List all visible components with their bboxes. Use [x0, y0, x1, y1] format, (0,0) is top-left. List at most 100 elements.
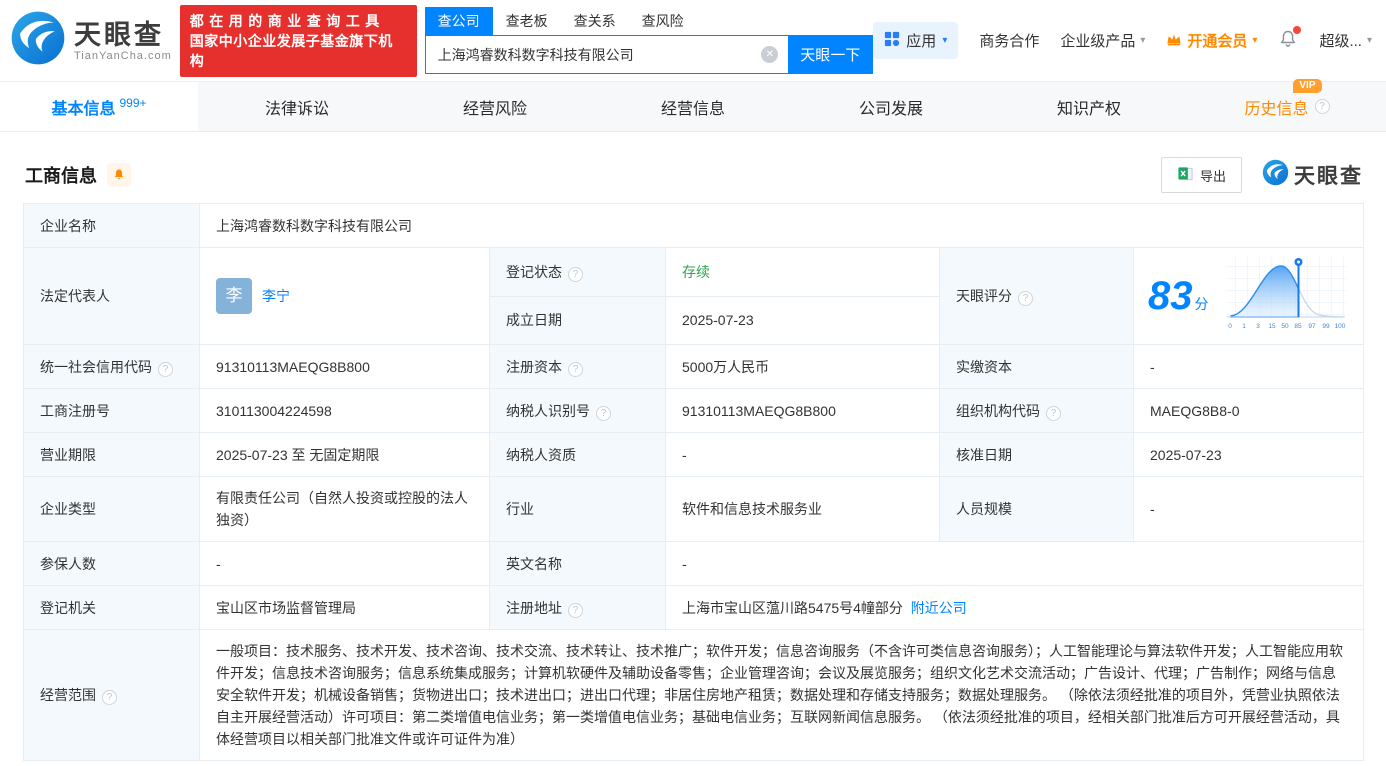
count-badge: 999+: [119, 95, 147, 110]
help-icon[interactable]: ?: [1314, 99, 1330, 114]
establish-date-label: 成立日期: [489, 295, 666, 345]
table-row: 法定代表人 李 李宁 登记状态? 存续 天眼评分? 83 分 0 1 3 15 …: [23, 247, 1365, 345]
staff-size-value: -: [1132, 476, 1365, 542]
establish-date-value: 2025-07-23: [665, 295, 940, 345]
svg-text:3: 3: [1256, 323, 1260, 330]
notification-dot: [1293, 25, 1302, 34]
search-tab-relation[interactable]: 查关系: [561, 7, 629, 35]
slogan-line2: 国家中小企业发展子基金旗下机构: [189, 32, 393, 69]
svg-text:100: 100: [1334, 323, 1345, 330]
bell-icon: [1278, 30, 1298, 53]
table-row: 统一社会信用代码? 91310113MAEQG8B800 注册资本? 5000万…: [23, 344, 1365, 389]
subscribe-bell-button[interactable]: [107, 163, 131, 187]
tab-history-info[interactable]: VIP 历史信息 ?: [1188, 78, 1386, 131]
watermark-text: 天眼查: [1294, 165, 1363, 188]
reg-capital-label: 注册资本?: [489, 344, 666, 389]
insured-label: 参保人数: [23, 541, 200, 586]
tab-company-development[interactable]: 公司发展: [792, 82, 990, 131]
tianyancha-swirl-icon: [10, 10, 66, 71]
search-tab-company[interactable]: 查公司: [424, 7, 493, 35]
help-icon[interactable]: ?: [158, 361, 173, 377]
table-row: 登记机关 宝山区市场监督管理局 注册地址? 上海市宝山区蕰川路5475号4幢部分…: [23, 585, 1365, 630]
header-nav: 应用 ▾ 商务合作 企业级产品 ▾ 开通会员 ▾ 超级... ▾: [873, 22, 1372, 59]
chevron-down-icon: ▾: [1252, 35, 1258, 46]
reg-status-label: 登记状态?: [489, 247, 666, 297]
tab-operation-info[interactable]: 经营信息: [594, 82, 792, 131]
search-area: 查公司 查老板 查关系 查风险 ✕ 天眼一下: [424, 7, 874, 74]
nav-enterprise-products[interactable]: 企业级产品 ▾: [1060, 30, 1145, 51]
logo-title: 天眼查: [74, 19, 164, 50]
score-label: 天眼评分?: [939, 247, 1134, 345]
tab-operation-risk[interactable]: 经营风险: [396, 82, 594, 131]
tab-intellectual-property[interactable]: 知识产权: [990, 82, 1188, 131]
table-row: 参保人数 - 英文名称 -: [23, 541, 1365, 586]
search-tab-risk[interactable]: 查风险: [629, 7, 697, 35]
industry-label: 行业: [489, 476, 666, 542]
credit-code-value: 91310113MAEQG8B800: [199, 344, 490, 389]
reg-authority-value: 宝山区市场监督管理局: [199, 585, 490, 630]
vip-badge: VIP: [1293, 78, 1322, 93]
reg-status-value: 存续: [665, 247, 940, 297]
nav-cooperation[interactable]: 商务合作: [979, 30, 1039, 51]
reg-capital-value: 5000万人民币: [665, 344, 940, 389]
apps-label: 应用: [906, 33, 937, 50]
notifications-bell[interactable]: [1278, 25, 1302, 53]
excel-icon: [1177, 165, 1194, 185]
account-menu[interactable]: 超级... ▾: [1319, 30, 1372, 51]
help-icon[interactable]: ?: [596, 405, 611, 421]
org-code-label: 组织机构代码?: [939, 388, 1134, 433]
svg-text:85: 85: [1294, 323, 1302, 330]
tab-legal-litigation[interactable]: 法律诉讼: [198, 82, 396, 131]
table-row: 企业类型 有限责任公司（自然人投资或控股的法人独资） 行业 软件和信息技术服务业…: [23, 476, 1365, 542]
english-name-label: 英文名称: [489, 541, 666, 586]
apps-grid-icon: [884, 31, 900, 51]
taxpayer-quality-value: -: [665, 432, 940, 477]
approval-date-value: 2025-07-23: [1132, 432, 1365, 477]
nav-open-vip[interactable]: 开通会员 ▾: [1166, 30, 1257, 51]
slogan-line1: 都在用的商业查询工具: [189, 12, 385, 29]
section-title: 工商信息: [25, 166, 97, 186]
slogan-badge: 都在用的商业查询工具 国家中小企业发展子基金旗下机构: [179, 4, 417, 77]
svg-text:97: 97: [1308, 323, 1316, 330]
help-icon[interactable]: ?: [102, 690, 117, 705]
business-term-label: 营业期限: [23, 432, 200, 477]
paid-capital-value: -: [1132, 344, 1365, 389]
legal-rep-link[interactable]: 李宁: [262, 285, 290, 307]
crown-icon: [1166, 32, 1182, 50]
credit-code-label: 统一社会信用代码?: [23, 344, 200, 389]
top-header: 天眼查 TianYanCha.com 都在用的商业查询工具 国家中小企业发展子基…: [0, 0, 1386, 81]
svg-text:50: 50: [1281, 323, 1289, 330]
help-icon[interactable]: ?: [1046, 405, 1061, 421]
help-icon[interactable]: ?: [1018, 291, 1033, 306]
help-icon[interactable]: ?: [568, 602, 583, 618]
search-button[interactable]: 天眼一下: [788, 36, 873, 73]
english-name-value: -: [664, 541, 1365, 586]
table-row: 经营范围? 一般项目：技术服务、技术开发、技术咨询、技术交流、技术转让、技术推广…: [23, 629, 1365, 761]
score-value-cell[interactable]: 83 分 0 1 3 15 50 85 97 99 100: [1132, 247, 1365, 345]
chevron-down-icon: ▾: [1140, 35, 1146, 46]
tianyancha-logo[interactable]: 天眼查 TianYanCha.com: [10, 10, 172, 71]
paid-capital-label: 实缴资本: [939, 344, 1134, 389]
taxpayer-id-label: 纳税人识别号?: [489, 388, 666, 433]
search-tab-boss[interactable]: 查老板: [493, 7, 561, 35]
chevron-down-icon: ▾: [1366, 35, 1372, 46]
taxpayer-id-value: 91310113MAEQG8B800: [665, 388, 940, 433]
tianyancha-swirl-icon: [1262, 159, 1289, 192]
reg-address-value: 上海市宝山区蕰川路5475号4幢部分 附近公司: [664, 585, 1365, 630]
taxpayer-quality-label: 纳税人资质: [489, 432, 666, 477]
export-button[interactable]: 导出: [1160, 157, 1242, 193]
help-icon[interactable]: ?: [568, 361, 583, 377]
nearby-companies-link[interactable]: 附近公司: [911, 600, 967, 616]
tab-basic-info[interactable]: 基本信息 999+: [0, 82, 198, 131]
apps-menu[interactable]: 应用 ▾: [873, 22, 959, 59]
table-row: 营业期限 2025-07-23 至 无固定期限 纳税人资质 - 核准日期 202…: [23, 432, 1365, 477]
insured-value: -: [199, 541, 490, 586]
clear-search-icon[interactable]: ✕: [761, 46, 779, 63]
search-input[interactable]: [425, 36, 762, 73]
help-icon[interactable]: ?: [568, 266, 583, 282]
reg-authority-label: 登记机关: [23, 585, 200, 630]
logo-subtitle: TianYanCha.com: [74, 49, 172, 62]
avatar[interactable]: 李: [216, 278, 252, 314]
svg-text:15: 15: [1268, 323, 1276, 330]
legal-rep-label: 法定代表人: [23, 247, 200, 345]
